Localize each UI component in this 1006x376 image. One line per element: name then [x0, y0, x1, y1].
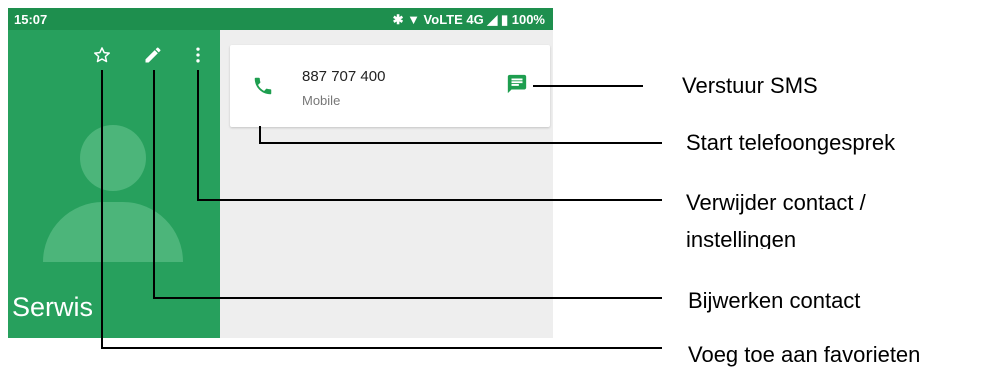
- callout-line-delete: [197, 70, 199, 200]
- status-time: 15:07: [14, 12, 48, 27]
- callout-line-sms: [533, 85, 643, 87]
- pencil-icon[interactable]: [141, 45, 165, 69]
- callout-line-delete: [197, 199, 662, 201]
- callout-delete-line2: instellingen: [686, 227, 797, 249]
- more-vert-icon[interactable]: [186, 45, 210, 69]
- contact-details: 887 707 400 Mobile: [220, 30, 553, 338]
- callout-line-edit: [153, 297, 662, 299]
- message-icon[interactable]: [506, 73, 528, 100]
- callout-line-call: [259, 142, 662, 144]
- contact-header: Serwis: [8, 30, 220, 338]
- status-bar: 15:07 ✱ ▼ VoLTE 4G ◢ ▮ 100%: [8, 8, 553, 30]
- avatar-body: [43, 202, 183, 262]
- callout-favorite: Voeg toe aan favorieten: [688, 342, 921, 367]
- phone-card: 887 707 400 Mobile: [230, 45, 550, 127]
- callout-edit: Bijwerken contact: [688, 288, 861, 313]
- contact-name: Serwis: [12, 292, 94, 322]
- phone-number[interactable]: 887 707 400: [302, 68, 385, 85]
- callout-sms: Verstuur SMS: [682, 73, 818, 98]
- callout-line-favorite: [101, 347, 662, 349]
- status-indicators: ✱ ▼ VoLTE 4G ◢ ▮ 100%: [392, 12, 545, 27]
- phone-icon[interactable]: [252, 75, 274, 102]
- callout-call: Start telefoongesprek: [686, 130, 896, 155]
- callout-line-edit: [153, 70, 155, 298]
- star-outline-icon[interactable]: [90, 45, 114, 69]
- callout-line-call: [259, 126, 261, 143]
- callout-delete-line1: Verwijder contact /: [686, 190, 866, 215]
- callout-line-favorite: [101, 70, 103, 348]
- avatar-head: [80, 125, 146, 191]
- callout-delete-clip: instellingen: [686, 224, 926, 249]
- phone-type: Mobile: [302, 93, 341, 108]
